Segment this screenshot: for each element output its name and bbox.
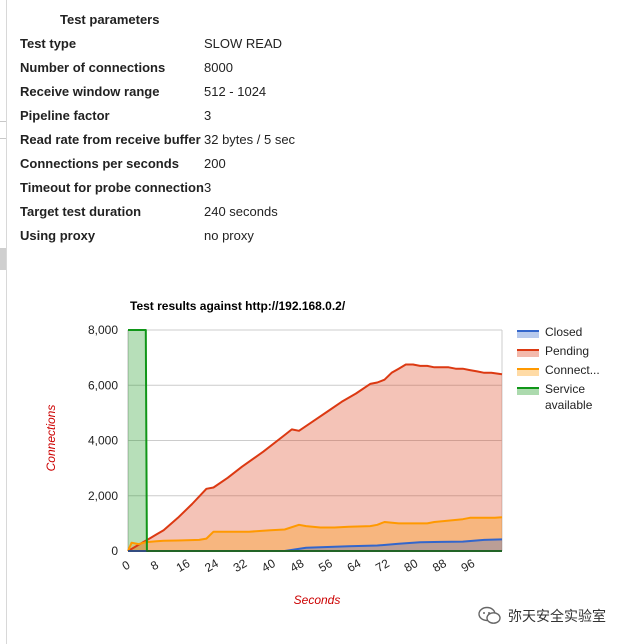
parameter-value: 200 <box>204 156 226 171</box>
legend-swatch <box>517 388 539 395</box>
y-tick-label: 4,000 <box>88 434 118 448</box>
parameter-row: Number of connections 8000 <box>0 60 629 84</box>
legend-item-service: Service available <box>517 382 593 412</box>
y-tick-label: 8,000 <box>88 323 118 337</box>
x-tick-label: 8 <box>148 558 161 574</box>
legend-swatch <box>517 369 539 376</box>
parameter-label: Test type <box>20 36 77 51</box>
x-tick-label: 88 <box>430 556 449 575</box>
x-tick-label: 72 <box>373 556 392 575</box>
parameter-label: Read rate from receive buffer <box>20 132 201 147</box>
parameter-row: Connections per seconds 200 <box>0 156 629 180</box>
watermark: 弥天安全实验室 <box>478 606 606 630</box>
x-tick-label: 0 <box>120 558 133 574</box>
parameter-row: Timeout for probe connection 3 <box>0 180 629 204</box>
x-tick-label: 48 <box>288 556 307 575</box>
parameter-row: Receive window range 512 - 1024 <box>0 84 629 108</box>
parameter-label: Pipeline factor <box>20 108 110 123</box>
parameter-value: no proxy <box>204 228 254 243</box>
parameter-row: Target test duration 240 seconds <box>0 204 629 228</box>
parameter-value: 32 bytes / 5 sec <box>204 132 296 147</box>
x-tick-label: 16 <box>174 556 193 575</box>
x-tick-label: 24 <box>202 556 221 575</box>
parameter-value: 3 <box>204 180 212 195</box>
legend-label: Connect... <box>545 363 600 377</box>
chart-title: Test results against http://192.168.0.2/ <box>130 299 346 313</box>
parameter-value: 240 seconds <box>204 204 278 219</box>
legend-item-pending: Pending <box>517 344 589 358</box>
legend-label: Service <box>545 382 585 396</box>
legend-label: Pending <box>545 344 589 358</box>
parameter-row: Pipeline factor 3 <box>0 108 629 132</box>
parameter-label: Timeout for probe connection <box>20 180 204 195</box>
parameter-row: Test type SLOW READ <box>0 36 629 60</box>
chart-legend: Closed Pending Connect... Service available <box>517 325 600 412</box>
parameter-label: Number of connections <box>20 60 166 75</box>
watermark-text: 弥天安全实验室 <box>508 609 606 625</box>
y-tick-label: 2,000 <box>88 489 118 503</box>
x-tick-label: 32 <box>231 556 250 575</box>
y-axis-title: Connections <box>44 405 58 472</box>
legend-swatch <box>517 331 539 338</box>
parameter-value: 3 <box>204 108 212 123</box>
x-tick-label: 80 <box>402 556 421 575</box>
y-tick-label: 6,000 <box>88 378 118 392</box>
results-chart: Test results against http://192.168.0.2/… <box>44 299 600 607</box>
parameter-label: Target test duration <box>20 204 142 219</box>
x-tick-label: 56 <box>316 556 335 575</box>
x-tick-label: 64 <box>345 556 364 575</box>
x-tick-label: 40 <box>259 556 278 575</box>
parameter-label: Using proxy <box>20 228 96 243</box>
legend-item-connected: Connect... <box>517 363 600 377</box>
parameter-row: Read rate from receive buffer 32 bytes / … <box>0 132 629 156</box>
legend-item-closed: Closed <box>517 325 582 339</box>
parameter-value: 512 - 1024 <box>204 84 267 99</box>
parameter-value: SLOW READ <box>204 36 283 51</box>
wechat-logo-icon <box>478 606 501 624</box>
parameter-label: Connections per seconds <box>20 156 179 171</box>
x-tick-label: 96 <box>459 556 478 575</box>
legend-swatch <box>517 350 539 357</box>
parameter-row: Using proxy no proxy <box>0 228 629 252</box>
parameter-value: 8000 <box>204 60 233 75</box>
parameters-title: Test parameters <box>60 12 160 27</box>
x-axis-title: Seconds <box>294 593 341 607</box>
legend-label: Closed <box>545 325 582 339</box>
y-tick-label: 0 <box>111 544 118 558</box>
legend-label: available <box>545 398 593 412</box>
parameter-label: Receive window range <box>20 84 160 99</box>
